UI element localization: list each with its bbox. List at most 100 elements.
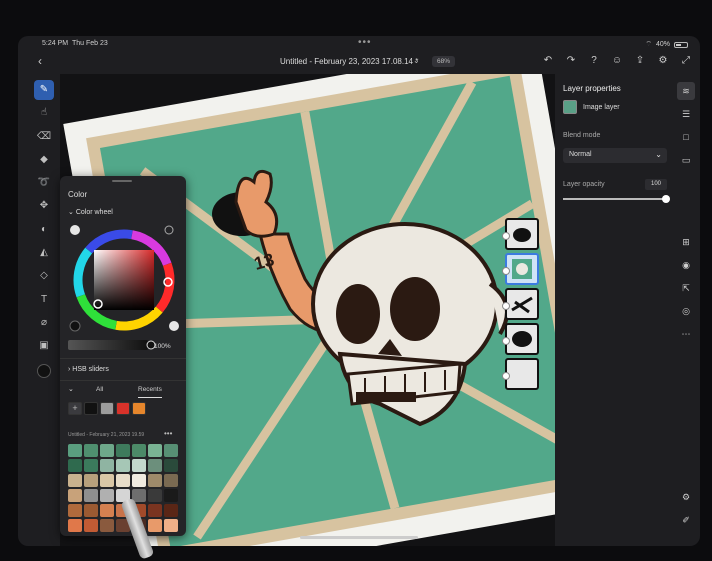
help-icon[interactable]: ? [588, 55, 600, 67]
library-color-swatch[interactable] [68, 519, 82, 532]
layers-stack [502, 218, 543, 393]
library-color-swatch[interactable] [116, 444, 130, 457]
layer-thumbnail[interactable] [502, 288, 539, 320]
library-color-swatch[interactable] [100, 519, 114, 532]
layer-dot-icon [502, 337, 510, 345]
square-icon[interactable]: □ [677, 128, 695, 146]
tab-all[interactable]: All [96, 386, 103, 393]
text-icon[interactable]: T [34, 290, 54, 310]
library-color-swatch[interactable] [100, 444, 114, 457]
library-color-swatch[interactable] [132, 474, 146, 487]
library-color-swatch[interactable] [84, 459, 98, 472]
eraser-icon[interactable]: ⌫ [34, 127, 54, 147]
library-color-swatch[interactable] [68, 444, 82, 457]
layer-thumbnail[interactable] [502, 323, 539, 355]
settings-icon[interactable]: ⚙ [657, 55, 669, 67]
lasso-icon[interactable]: ➰ [34, 173, 54, 193]
layer-thumbnail[interactable] [502, 218, 539, 250]
library-color-swatch[interactable] [148, 489, 162, 502]
library-color-swatch[interactable] [148, 504, 162, 517]
recent-color-swatch[interactable] [100, 402, 114, 415]
layer-thumbnail[interactable] [502, 358, 539, 390]
add-swatch-button[interactable]: + [68, 402, 82, 415]
library-color-swatch[interactable] [100, 474, 114, 487]
color-wheel-header[interactable]: ⌄ Color wheel [68, 208, 113, 216]
smudge-icon[interactable]: ☝ [34, 103, 54, 123]
undo-icon[interactable]: ↶ [542, 55, 554, 67]
hsb-sliders-toggle[interactable]: › HSB sliders [68, 366, 109, 373]
layer-export-icon[interactable]: ⇱ [677, 279, 695, 297]
layer-thumbnail-selected[interactable] [502, 253, 539, 285]
color-wheel[interactable] [68, 222, 180, 352]
tab-recents[interactable]: Recents [138, 386, 162, 398]
back-icon[interactable]: ‹ [38, 54, 42, 68]
layers-icon[interactable]: ≋ [677, 82, 695, 100]
eyedropper-icon[interactable]: ⌀ [34, 313, 54, 333]
adjustments-icon[interactable]: ☰ [677, 105, 695, 123]
share-icon[interactable]: ⇪ [634, 55, 646, 67]
recent-color-swatch[interactable] [116, 402, 130, 415]
library-color-swatch[interactable] [84, 444, 98, 457]
panel-grabber[interactable] [112, 180, 132, 182]
library-color-swatch[interactable] [100, 459, 114, 472]
more-icon[interactable]: ⋯ [677, 325, 695, 343]
blend-mode-value: Normal [569, 151, 592, 158]
library-color-swatch[interactable] [148, 519, 162, 532]
slider-handle[interactable] [662, 195, 670, 203]
library-color-swatch[interactable] [68, 459, 82, 472]
mask-icon[interactable]: ◎ [677, 302, 695, 320]
library-color-swatch[interactable] [68, 474, 82, 487]
chevron-down-icon[interactable]: ⌄ [413, 56, 420, 65]
comment-icon[interactable]: ▭ [677, 151, 695, 169]
move-icon[interactable]: ✥ [34, 196, 54, 216]
shape-icon[interactable]: ◇ [34, 266, 54, 286]
library-color-swatch[interactable] [132, 459, 146, 472]
brush-icon[interactable]: ✎ [34, 80, 54, 100]
adjust-icon[interactable]: ◐ [34, 220, 54, 240]
redo-icon[interactable]: ↷ [565, 55, 577, 67]
recent-color-swatch[interactable] [132, 402, 146, 415]
layer-opacity-value[interactable]: 100 [645, 179, 667, 190]
layer-properties-panel: Layer properties Image layer Blend mode … [555, 74, 673, 546]
library-color-swatch[interactable] [116, 459, 130, 472]
image-icon[interactable]: ▣ [34, 336, 54, 356]
library-color-swatch[interactable] [132, 444, 146, 457]
color-well[interactable] [37, 364, 51, 379]
library-color-swatch[interactable] [68, 504, 82, 517]
blend-mode-select[interactable]: Normal ⌄ [563, 148, 667, 163]
collaborate-icon[interactable]: ☺ [611, 55, 623, 67]
library-color-swatch[interactable] [164, 444, 178, 457]
visibility-icon[interactable]: ◉ [677, 256, 695, 274]
library-color-swatch[interactable] [68, 489, 82, 502]
library-color-swatch[interactable] [100, 504, 114, 517]
settings-icon[interactable]: ⚙ [677, 488, 695, 506]
library-color-swatch[interactable] [148, 444, 162, 457]
library-color-swatch[interactable] [84, 474, 98, 487]
library-color-swatch[interactable] [148, 459, 162, 472]
more-icon[interactable]: ••• [164, 429, 172, 438]
chevron-down-icon[interactable]: ⌄ [68, 385, 74, 393]
multitask-icon[interactable]: ••• [358, 37, 372, 48]
zoom-level[interactable]: 68% [432, 56, 456, 67]
library-color-swatch[interactable] [164, 504, 178, 517]
library-color-swatch[interactable] [100, 489, 114, 502]
library-color-swatch[interactable] [148, 474, 162, 487]
layer-opacity-slider[interactable] [563, 195, 670, 203]
pencil-eraser-icon[interactable]: ◆ [34, 150, 54, 170]
document-title[interactable]: Untitled - February 23, 2023 17.08.14 * [280, 57, 418, 66]
library-color-swatch[interactable] [164, 519, 178, 532]
library-color-swatch[interactable] [84, 489, 98, 502]
recent-color-swatch[interactable] [84, 402, 98, 415]
library-color-swatch[interactable] [164, 459, 178, 472]
fullscreen-icon[interactable]: ⤢ [680, 55, 692, 67]
chevron-right-icon: › [68, 366, 71, 373]
pen-icon[interactable]: ✐ [677, 511, 695, 529]
library-color-swatch[interactable] [84, 504, 98, 517]
library-color-swatch[interactable] [116, 474, 130, 487]
add-layer-icon[interactable]: ⊞ [677, 233, 695, 251]
library-color-swatch[interactable] [164, 489, 178, 502]
library-color-swatch[interactable] [164, 474, 178, 487]
chevron-down-icon: ⌄ [655, 150, 662, 159]
paint-bucket-icon[interactable]: ◭ [34, 243, 54, 263]
library-color-swatch[interactable] [84, 519, 98, 532]
